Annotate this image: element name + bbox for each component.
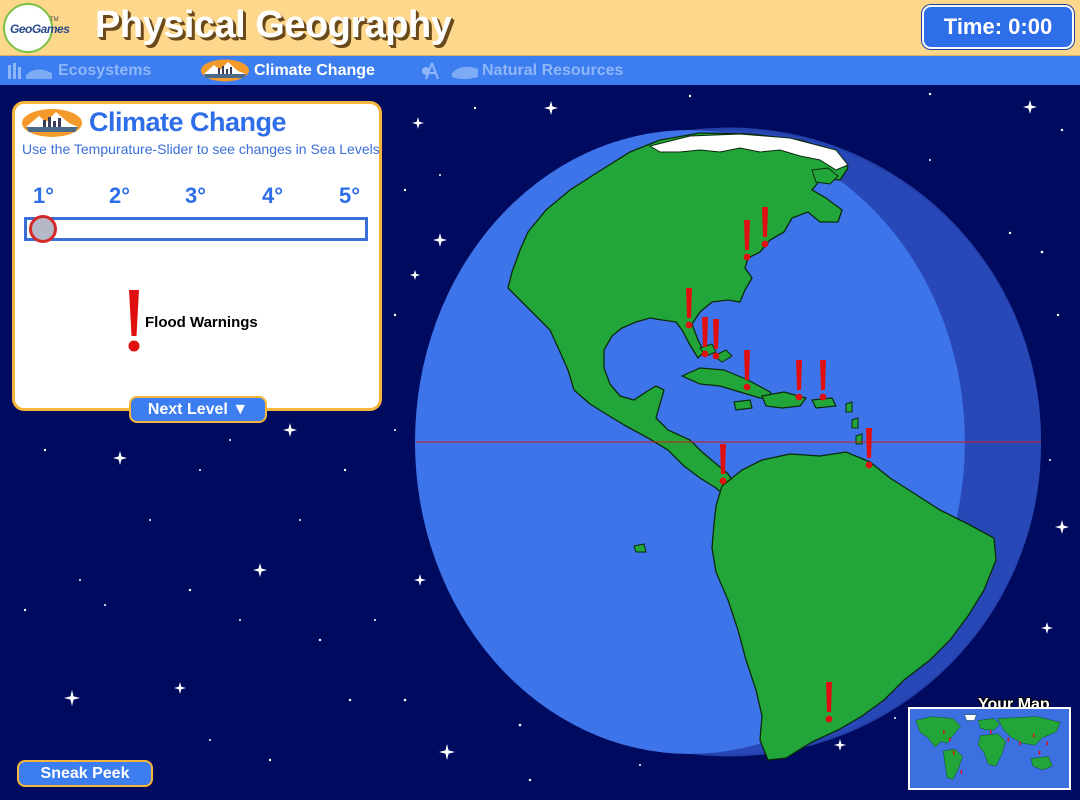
climate-change-panel: Climate Change Use the Tempurature-Slide… [12, 101, 382, 411]
legend-label: Flood Warnings [145, 314, 258, 331]
flood-warning-icon [128, 290, 140, 352]
ecosystems-icon [8, 63, 52, 79]
slider-tick-label: 5° [339, 183, 361, 208]
logo-text: GeoGames [10, 22, 70, 36]
climate-change-icon [22, 109, 82, 137]
section-nav: Ecosystems Climate Change Natural Resour… [0, 56, 1080, 85]
next-level-button[interactable]: Next Level ▼ [129, 396, 267, 423]
slider-tick-label: 4° [262, 183, 284, 208]
temperature-slider-handle[interactable] [29, 215, 57, 243]
sneak-peek-button[interactable]: Sneak Peek [17, 760, 153, 787]
temperature-slider-track[interactable] [24, 217, 368, 241]
galapagos-island [633, 543, 647, 553]
climate-change-icon [201, 59, 249, 82]
logo-trademark: TM [50, 17, 59, 23]
page-title: Physical Geography [95, 4, 452, 46]
app-header: GeoGames TM Physical Geography Time: 0:0… [0, 0, 1080, 56]
slider-tick-label: 3° [185, 183, 207, 208]
natural-resources-icon [422, 62, 478, 80]
timer-display: Time: 0:00 [922, 5, 1074, 49]
panel-instructions: Use the Tempurature-Slider to see change… [22, 141, 380, 157]
tab-natural-resources[interactable]: Natural Resources [482, 56, 623, 85]
slider-tick-label: 2° [109, 183, 131, 208]
your-map-thumbnail[interactable] [908, 707, 1071, 790]
slider-tick-label: 1° [33, 183, 55, 208]
tab-ecosystems[interactable]: Ecosystems [58, 56, 151, 85]
panel-title: Climate Change [89, 107, 287, 137]
jamaica-island [733, 399, 753, 411]
geogames-logo-icon[interactable]: GeoGames TM [3, 3, 70, 53]
tab-climate-change[interactable]: Climate Change [254, 56, 375, 85]
